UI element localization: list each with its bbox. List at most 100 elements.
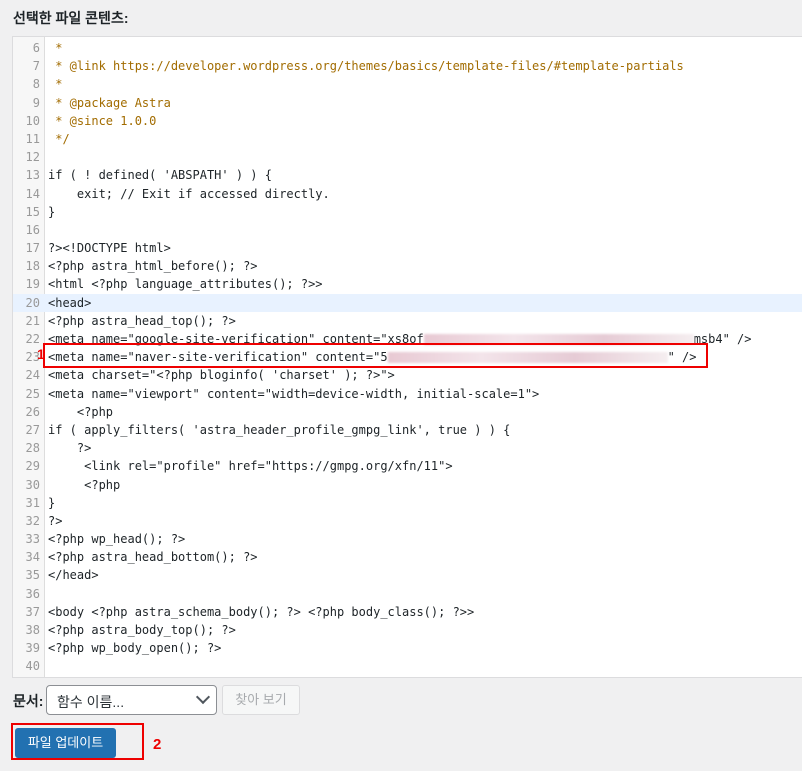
update-file-button[interactable]: 파일 업데이트 — [15, 728, 116, 758]
code-text: <?php astra_head_bottom(); ?> — [48, 550, 258, 565]
code-text: </head> — [48, 568, 99, 583]
annotation-mark-2: 2 — [153, 736, 162, 753]
line-number: 33 — [25, 532, 40, 547]
code-text: ?><!DOCTYPE html> — [48, 241, 171, 256]
code-line[interactable]: 28 ?> — [13, 439, 802, 457]
line-number: 28 — [25, 441, 40, 456]
line-number: 25 — [25, 386, 40, 401]
code-line[interactable]: 15} — [13, 203, 802, 221]
code-line[interactable]: 32 ?> — [13, 512, 802, 530]
code-line[interactable]: 34 <?php astra_head_bottom(); ?> — [13, 548, 802, 566]
lookup-button[interactable]: 찾아 보기 — [222, 685, 300, 715]
code-text: * @since 1.0.0 — [48, 113, 157, 128]
line-number: 7 — [32, 59, 40, 74]
code-text: <?php astra_body_top(); ?> — [48, 623, 236, 637]
code-line[interactable]: 6 * — [13, 39, 802, 57]
code-line[interactable]: 25 <meta name="viewport" content="width=d… — [13, 385, 802, 403]
line-number: 17 — [25, 241, 40, 256]
code-text: <link rel="profile" href="https://gmpg.o… — [48, 459, 453, 474]
code-text: } — [48, 204, 56, 219]
code-line[interactable]: 31} — [13, 494, 802, 512]
code-text: <?php — [48, 404, 114, 419]
line-number: 26 — [25, 404, 40, 419]
line-number: 6 — [32, 41, 40, 55]
code-line[interactable]: 35 </head> — [13, 566, 802, 584]
code-line[interactable]: 12 — [13, 148, 802, 166]
code-line[interactable]: 40 — [13, 657, 802, 675]
code-line[interactable]: 17 ?><!DOCTYPE html> — [13, 239, 802, 257]
document-label: 문서: — [13, 693, 44, 709]
code-line[interactable]: 8 * — [13, 75, 802, 93]
function-name-select[interactable]: 함수 이름... — [46, 685, 217, 715]
code-text: ?> — [48, 441, 92, 456]
code-line[interactable]: 11 */ — [13, 130, 802, 148]
code-line[interactable]: 38 <?php astra_body_top(); ?> — [13, 621, 802, 639]
line-number: 36 — [25, 586, 40, 601]
code-line[interactable]: 29 <link rel="profile" href="https://gmp… — [13, 457, 802, 475]
code-line[interactable]: 26 <?php — [13, 403, 802, 421]
line-number: 24 — [25, 368, 40, 383]
line-number: 14 — [25, 186, 40, 201]
line-number: 31 — [25, 495, 40, 510]
code-text: <head> — [48, 295, 92, 310]
line-number: 29 — [25, 459, 40, 474]
line-number: 12 — [25, 150, 40, 165]
annotation-mark-1: 1 — [37, 346, 45, 362]
code-line[interactable]: 19 <html <?php language_attributes(); ?>> — [13, 275, 802, 293]
code-text: <meta charset="<?php bloginfo( 'charset'… — [48, 368, 395, 383]
code-line[interactable]: 7 * @link https://developer.wordpress.or… — [13, 57, 802, 75]
code-text: <?php — [48, 477, 121, 492]
code-line[interactable]: 36 — [13, 585, 802, 603]
line-number: 15 — [25, 204, 40, 219]
code-line[interactable]: 13 if ( ! defined( 'ABSPATH' ) ) { — [13, 166, 802, 184]
code-text: * @link https://developer.wordpress.org/… — [48, 59, 684, 74]
line-number: 38 — [25, 623, 40, 637]
code-text: <?php wp_body_open(); ?> — [48, 641, 222, 656]
line-number: 27 — [25, 422, 40, 437]
code-line[interactable]: 37 <body <?php astra_schema_body(); ?> <?… — [13, 603, 802, 621]
line-number: 39 — [25, 641, 40, 656]
code-text: exit; // Exit if accessed directly. — [48, 186, 330, 201]
code-text: if ( apply_filters( 'astra_header_profil… — [48, 422, 511, 437]
line-number: 9 — [32, 95, 40, 110]
code-line[interactable]: 30 <?php — [13, 476, 802, 494]
line-number: 37 — [25, 604, 40, 619]
line-number: 23 — [25, 350, 40, 365]
line-number: 13 — [25, 168, 40, 183]
line-number: 35 — [25, 568, 40, 583]
line-number: 8 — [32, 77, 40, 92]
line-number: 20 — [25, 295, 40, 310]
code-text: <meta name="viewport" content="width=dev… — [48, 386, 540, 401]
code-line[interactable]: 39 <?php wp_body_open(); ?> — [13, 639, 802, 657]
line-number: 40 — [25, 659, 40, 674]
line-number: 19 — [25, 277, 40, 292]
code-text: * — [48, 77, 63, 92]
code-line[interactable]: 21 <?php astra_head_top(); ?> — [13, 312, 802, 330]
chevron-down-icon — [195, 689, 211, 705]
code-text: <?php astra_html_before(); ?> — [48, 259, 258, 274]
code-line[interactable]: 33 <?php wp_head(); ?> — [13, 530, 802, 548]
code-text: <body <?php astra_schema_body(); ?> <?ph… — [48, 604, 475, 619]
file-content-heading: 선택한 파일 콘텐츠: — [13, 10, 129, 26]
line-number: 11 — [25, 131, 40, 146]
code-line[interactable]: 9 * @package Astra — [13, 94, 802, 112]
code-line[interactable]: 18 <?php astra_html_before(); ?> — [13, 257, 802, 275]
code-text: ?> — [48, 513, 63, 528]
line-number: 30 — [25, 477, 40, 492]
code-line[interactable]: 20 <head> — [13, 293, 802, 312]
function-name-select-value: 함수 이름... — [57, 694, 125, 710]
code-text: <?php wp_head(); ?> — [48, 532, 186, 547]
line-number: 32 — [25, 513, 40, 528]
code-line[interactable]: 10 * @since 1.0.0 — [13, 112, 802, 130]
code-text: * — [48, 41, 63, 55]
code-line[interactable]: 16 — [13, 221, 802, 239]
line-number: 16 — [25, 222, 40, 237]
code-line[interactable]: 27 if ( apply_filters( 'astra_header_prof… — [13, 421, 802, 439]
code-text: <html <?php language_attributes(); ?>> — [48, 277, 323, 292]
code-line[interactable]: 14 exit; // Exit if accessed directly. — [13, 185, 802, 203]
line-number: 34 — [25, 550, 40, 565]
code-text: } — [48, 495, 56, 510]
code-text: * @package Astra — [48, 95, 171, 110]
line-number: 22 — [25, 332, 40, 346]
code-line[interactable]: 24 <meta charset="<?php bloginfo( 'charse… — [13, 366, 802, 384]
